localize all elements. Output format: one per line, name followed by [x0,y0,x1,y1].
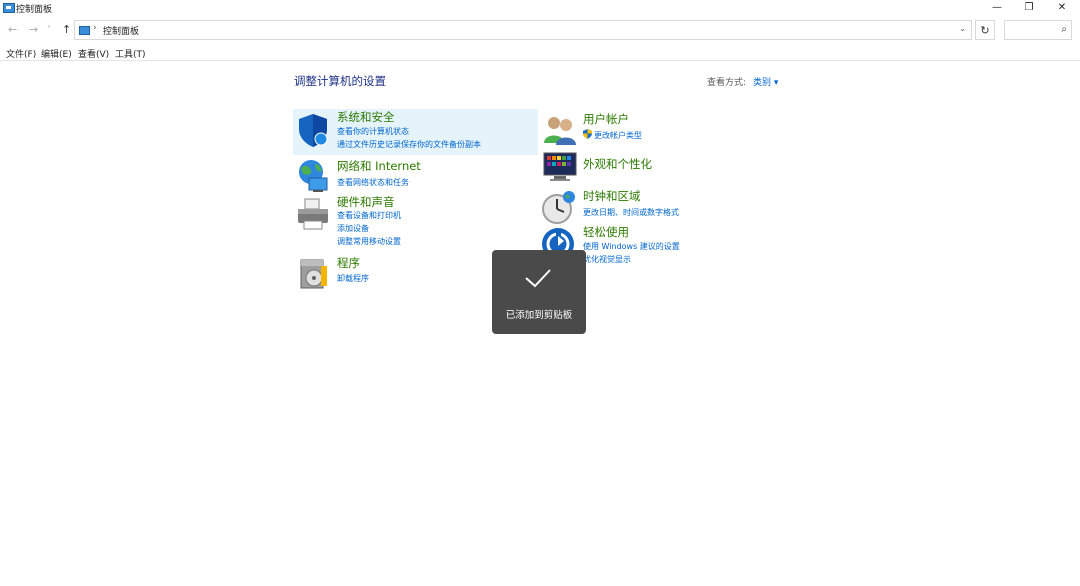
menu-edit[interactable]: 编辑(E) [41,47,72,60]
uac-shield-icon [583,129,592,139]
link-windows-recommended-settings[interactable]: 使用 Windows 建议的设置 [583,241,680,252]
category-system-security[interactable]: 系统和安全 查看你的计算机状态 通过文件历史记录保存你的文件备份副本 [293,109,538,155]
programs-disc-icon [300,259,327,289]
menu-file[interactable]: 文件(F) [6,47,36,60]
link-file-history-backup[interactable]: 通过文件历史记录保存你的文件备份副本 [337,139,481,150]
control-panel-app-icon [3,3,15,13]
search-icon[interactable]: ⌕ [1061,24,1067,35]
up-arrow-icon[interactable]: ↑ [62,23,71,36]
category-title[interactable]: 用户帐户 [583,111,629,127]
minimize-button[interactable]: — [980,0,1014,16]
category-title[interactable]: 外观和个性化 [583,156,652,172]
clipboard-toast: 已添加到剪贴板 [492,250,586,334]
category-user-accounts[interactable]: 用户帐户 更改帐户类型 [540,111,740,145]
address-dropdown-chevron-icon[interactable]: ⌄ [959,24,966,33]
link-add-device[interactable]: 添加设备 [337,223,369,234]
breadcrumb-control-panel[interactable]: 控制面板 [103,24,139,37]
category-clock-region[interactable]: 时钟和区域 更改日期、时间或数字格式 [540,188,740,224]
shield-icon [299,114,328,147]
category-appearance[interactable]: 外观和个性化 [540,148,740,182]
checkmark-icon [525,269,551,288]
category-title[interactable]: 网络和 Internet [337,158,421,174]
category-network-internet[interactable]: 网络和 Internet 查看网络状态和任务 [293,158,538,192]
forward-arrow-icon[interactable]: → [29,23,38,36]
printer-icon [298,198,328,230]
category-title[interactable]: 轻松使用 [583,224,629,240]
clock-icon [542,191,575,224]
close-button[interactable]: ✕ [1045,0,1079,16]
recent-locations-chevron-icon[interactable]: ˅ [47,25,51,34]
category-title[interactable]: 系统和安全 [337,109,395,125]
window-title: 控制面板 [16,5,53,15]
link-change-account-type[interactable]: 更改帐户类型 [594,130,642,141]
menu-tools[interactable]: 工具(T) [115,47,146,60]
navigation-bar: ← → ˅ ↑ › 控制面板 ⌄ ↻ ⌕ [0,18,1080,42]
title-bar: 控制面板 — ❐ ✕ [0,0,1080,16]
toast-message: 已添加到剪贴板 [505,310,573,321]
category-title[interactable]: 程序 [337,255,360,271]
link-optimize-visual-display[interactable]: 优化视觉显示 [583,254,631,265]
link-network-status[interactable]: 查看网络状态和任务 [337,177,409,188]
network-globe-icon [299,160,328,192]
address-bar[interactable]: › 控制面板 ⌄ [74,20,972,40]
category-title[interactable]: 时钟和区域 [583,188,641,204]
link-devices-printers[interactable]: 查看设备和打印机 [337,210,401,221]
link-mobility-settings[interactable]: 调整常用移动设置 [337,236,401,247]
monitor-colors-icon [543,152,577,181]
view-by-label: 查看方式: [707,78,747,88]
menu-bar: 文件(F) 编辑(E) 查看(V) 工具(T) [0,45,1080,61]
category-hardware-sound[interactable]: 硬件和声音 查看设备和打印机 添加设备 调整常用移动设置 [293,194,538,248]
control-panel-small-icon [79,26,90,35]
menu-view[interactable]: 查看(V) [78,47,109,60]
view-by-dropdown[interactable]: 类别 ▾ [753,75,778,88]
breadcrumb-separator-icon[interactable]: › [93,23,97,33]
link-view-computer-status[interactable]: 查看你的计算机状态 [337,126,409,137]
refresh-button[interactable]: ↻ [975,20,995,40]
users-icon [544,117,576,145]
page-title: 调整计算机的设置 [294,74,386,88]
maximize-button[interactable]: ❐ [1012,0,1046,16]
link-uninstall-program[interactable]: 卸载程序 [337,273,369,284]
search-input[interactable]: ⌕ [1004,20,1072,40]
back-arrow-icon[interactable]: ← [8,23,17,36]
category-title[interactable]: 硬件和声音 [337,194,395,210]
link-change-date-time-format[interactable]: 更改日期、时间或数字格式 [583,207,679,218]
